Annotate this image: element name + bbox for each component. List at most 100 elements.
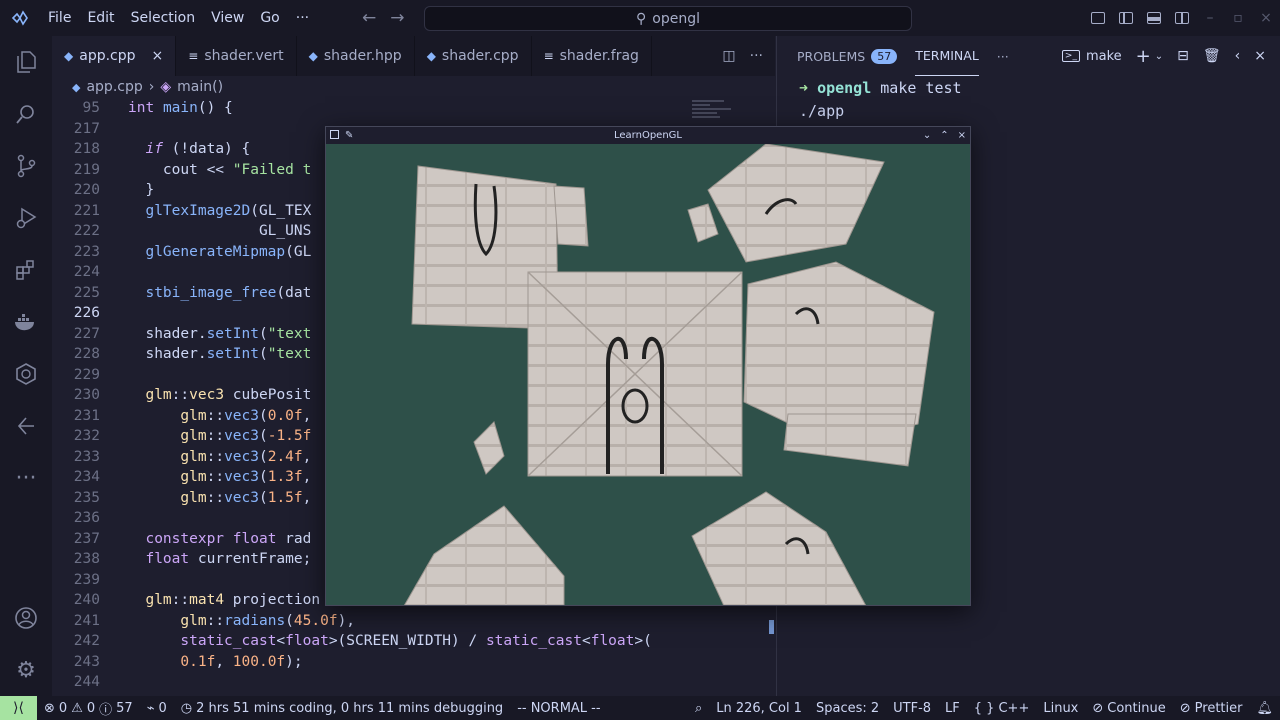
menu-go[interactable]: Go	[252, 0, 287, 36]
breadcrumb-file[interactable]: app.cpp	[86, 79, 142, 95]
customize-layout-icon[interactable]	[1084, 0, 1112, 36]
line-content: int main() {	[128, 100, 233, 116]
remote-explorer-icon[interactable]	[0, 400, 52, 452]
indentation-status[interactable]: Spaces: 2	[809, 696, 886, 720]
trash-icon[interactable]: 🗑	[1203, 48, 1221, 64]
vim-mode-status: -- NORMAL --	[517, 700, 601, 716]
line-number: 217	[73, 120, 100, 137]
search-view-icon[interactable]	[0, 88, 52, 140]
account-icon[interactable]	[0, 592, 52, 644]
gl-minimize-icon[interactable]: ⌄	[923, 130, 931, 141]
wakatime-status[interactable]: ◷ 2 hrs 51 mins coding, 0 hrs 11 mins deb…	[174, 696, 510, 720]
tab-shader-vert[interactable]: ≡ shader.vert	[176, 36, 297, 76]
prettier-status[interactable]: ⊘ Prettier	[1173, 696, 1250, 720]
info-icon: ⓘ	[99, 702, 113, 718]
gl-close-icon[interactable]: ×	[958, 130, 966, 141]
opengl-window-titlebar[interactable]: ✎ LearnOpenGL ⌄ ⌃ ×	[326, 127, 970, 144]
terminal-output[interactable]: ➜ opengl make test ./app	[777, 77, 1280, 123]
line-content: shader.setInt("text	[128, 346, 312, 362]
back-arrow-icon[interactable]: ←	[362, 8, 376, 28]
line-number: 236	[73, 510, 100, 526]
command-center-search[interactable]: ⚲ opengl	[424, 6, 912, 31]
ports-status[interactable]: ⌁ 0	[140, 696, 174, 720]
new-terminal-icon[interactable]: +	[1136, 46, 1151, 67]
explorer-icon[interactable]	[0, 36, 52, 88]
eol-status[interactable]: LF	[938, 696, 967, 720]
line-content: stbi_image_free(dat	[145, 284, 312, 301]
terminal-shell-name[interactable]: make	[1086, 49, 1122, 64]
tab-shader-hpp[interactable]: ◆ shader.hpp	[297, 36, 415, 76]
run-debug-icon[interactable]	[0, 192, 52, 244]
ports-icon: ⌁	[146, 700, 155, 716]
toggle-panel-icon[interactable]	[1140, 0, 1168, 36]
code-line[interactable]: 95 int main() {	[52, 98, 775, 119]
kubernetes-icon[interactable]	[0, 348, 52, 400]
close-tab-icon[interactable]: ×	[152, 48, 164, 64]
opengl-window[interactable]: ✎ LearnOpenGL ⌄ ⌃ ×	[325, 126, 971, 606]
terminal-shell-icon[interactable]: >_	[1061, 50, 1080, 62]
tab-problems[interactable]: PROBLEMS 57	[797, 36, 898, 76]
maximize-window-icon[interactable]: ▫	[1224, 0, 1252, 36]
extensions-icon[interactable]	[0, 244, 52, 296]
tab-terminal[interactable]: TERMINAL	[915, 36, 979, 76]
close-panel-icon[interactable]: ×	[1254, 48, 1266, 64]
line-content: glm::vec3(1.5f,	[180, 489, 312, 506]
code-line[interactable]: 243 0.1f, 100.0f);	[52, 652, 775, 673]
remote-indicator-icon[interactable]: ⟩⟨	[0, 696, 37, 720]
tab-shader-cpp[interactable]: ◆ shader.cpp	[415, 36, 532, 76]
line-number: 238	[73, 551, 100, 567]
settings-gear-icon[interactable]: ⚙	[0, 644, 52, 696]
double-check-icon: ⊘	[1179, 700, 1191, 716]
docker-icon[interactable]	[0, 296, 52, 348]
menu-more[interactable]: ···	[288, 0, 317, 36]
line-number: 226	[73, 305, 100, 321]
toggle-secondary-sidebar-icon[interactable]	[1168, 0, 1196, 36]
close-window-icon[interactable]: ×	[1252, 0, 1280, 36]
menu-edit[interactable]: Edit	[79, 0, 122, 36]
minimize-window-icon[interactable]: –	[1196, 0, 1224, 36]
scrollbar-marker[interactable]	[769, 620, 774, 634]
code-line[interactable]: 244	[52, 672, 775, 693]
breadcrumb-symbol[interactable]: main()	[177, 79, 223, 95]
line-number: 242	[73, 633, 100, 649]
line-number: 233	[73, 448, 100, 465]
code-line[interactable]: 241 glm::radians(45.0f),	[52, 611, 775, 632]
chevron-down-icon[interactable]: ⌄	[1155, 51, 1163, 62]
forward-arrow-icon[interactable]: →	[390, 8, 404, 28]
encoding-status[interactable]: UTF-8	[886, 696, 938, 720]
menu-file[interactable]: File	[40, 0, 79, 36]
line-number: 225	[73, 284, 100, 301]
menu-selection[interactable]: Selection	[123, 0, 204, 36]
toggle-primary-sidebar-icon[interactable]	[1112, 0, 1140, 36]
code-line[interactable]: 242 static_cast<float>(SCREEN_WIDTH) / s…	[52, 631, 775, 652]
menu-view[interactable]: View	[203, 0, 252, 36]
error-icon: ⊗	[44, 700, 55, 716]
gl-maximize-icon[interactable]: ⌃	[940, 130, 948, 141]
line-content: 0.1f, 100.0f);	[180, 653, 303, 670]
line-content: glm::vec3 cubePosit	[145, 387, 312, 403]
line-number: 244	[73, 674, 100, 690]
file-lines-icon: ≡	[543, 49, 554, 63]
language-mode-status[interactable]: { } C++	[967, 696, 1037, 720]
braces-icon: { }	[973, 700, 995, 716]
chevron-left-icon[interactable]: ‹	[1235, 48, 1241, 64]
cursor-position[interactable]: Ln 226, Col 1	[709, 696, 809, 720]
line-content: float currentFrame;	[145, 551, 312, 567]
split-terminal-icon[interactable]: ⊟	[1177, 48, 1189, 64]
os-status[interactable]: Linux	[1036, 696, 1085, 720]
line-number: 243	[73, 653, 100, 670]
panel-more-button[interactable]: ···	[997, 36, 1009, 76]
editor-more-icon[interactable]: ···	[750, 48, 763, 64]
notifications-bell-icon[interactable]: 🔔︎	[1249, 696, 1280, 720]
continue-status[interactable]: ⊘ Continue	[1085, 696, 1172, 720]
tab-shader-frag[interactable]: ≡ shader.frag	[532, 36, 652, 76]
split-editor-icon[interactable]: ◫	[722, 48, 735, 64]
tab-app-cpp[interactable]: ◆ app.cpp ×	[52, 36, 177, 76]
source-control-icon[interactable]	[0, 140, 52, 192]
minimap[interactable]	[692, 98, 738, 128]
cpp-icon: ◆	[308, 49, 318, 63]
problems-status[interactable]: ⊗ 0 ⚠ 0 ⓘ 57	[37, 696, 140, 720]
zoom-icon[interactable]: ⌕	[688, 696, 709, 720]
cpp-icon: ◆	[64, 49, 74, 63]
more-views-icon[interactable]: ···	[0, 452, 52, 504]
